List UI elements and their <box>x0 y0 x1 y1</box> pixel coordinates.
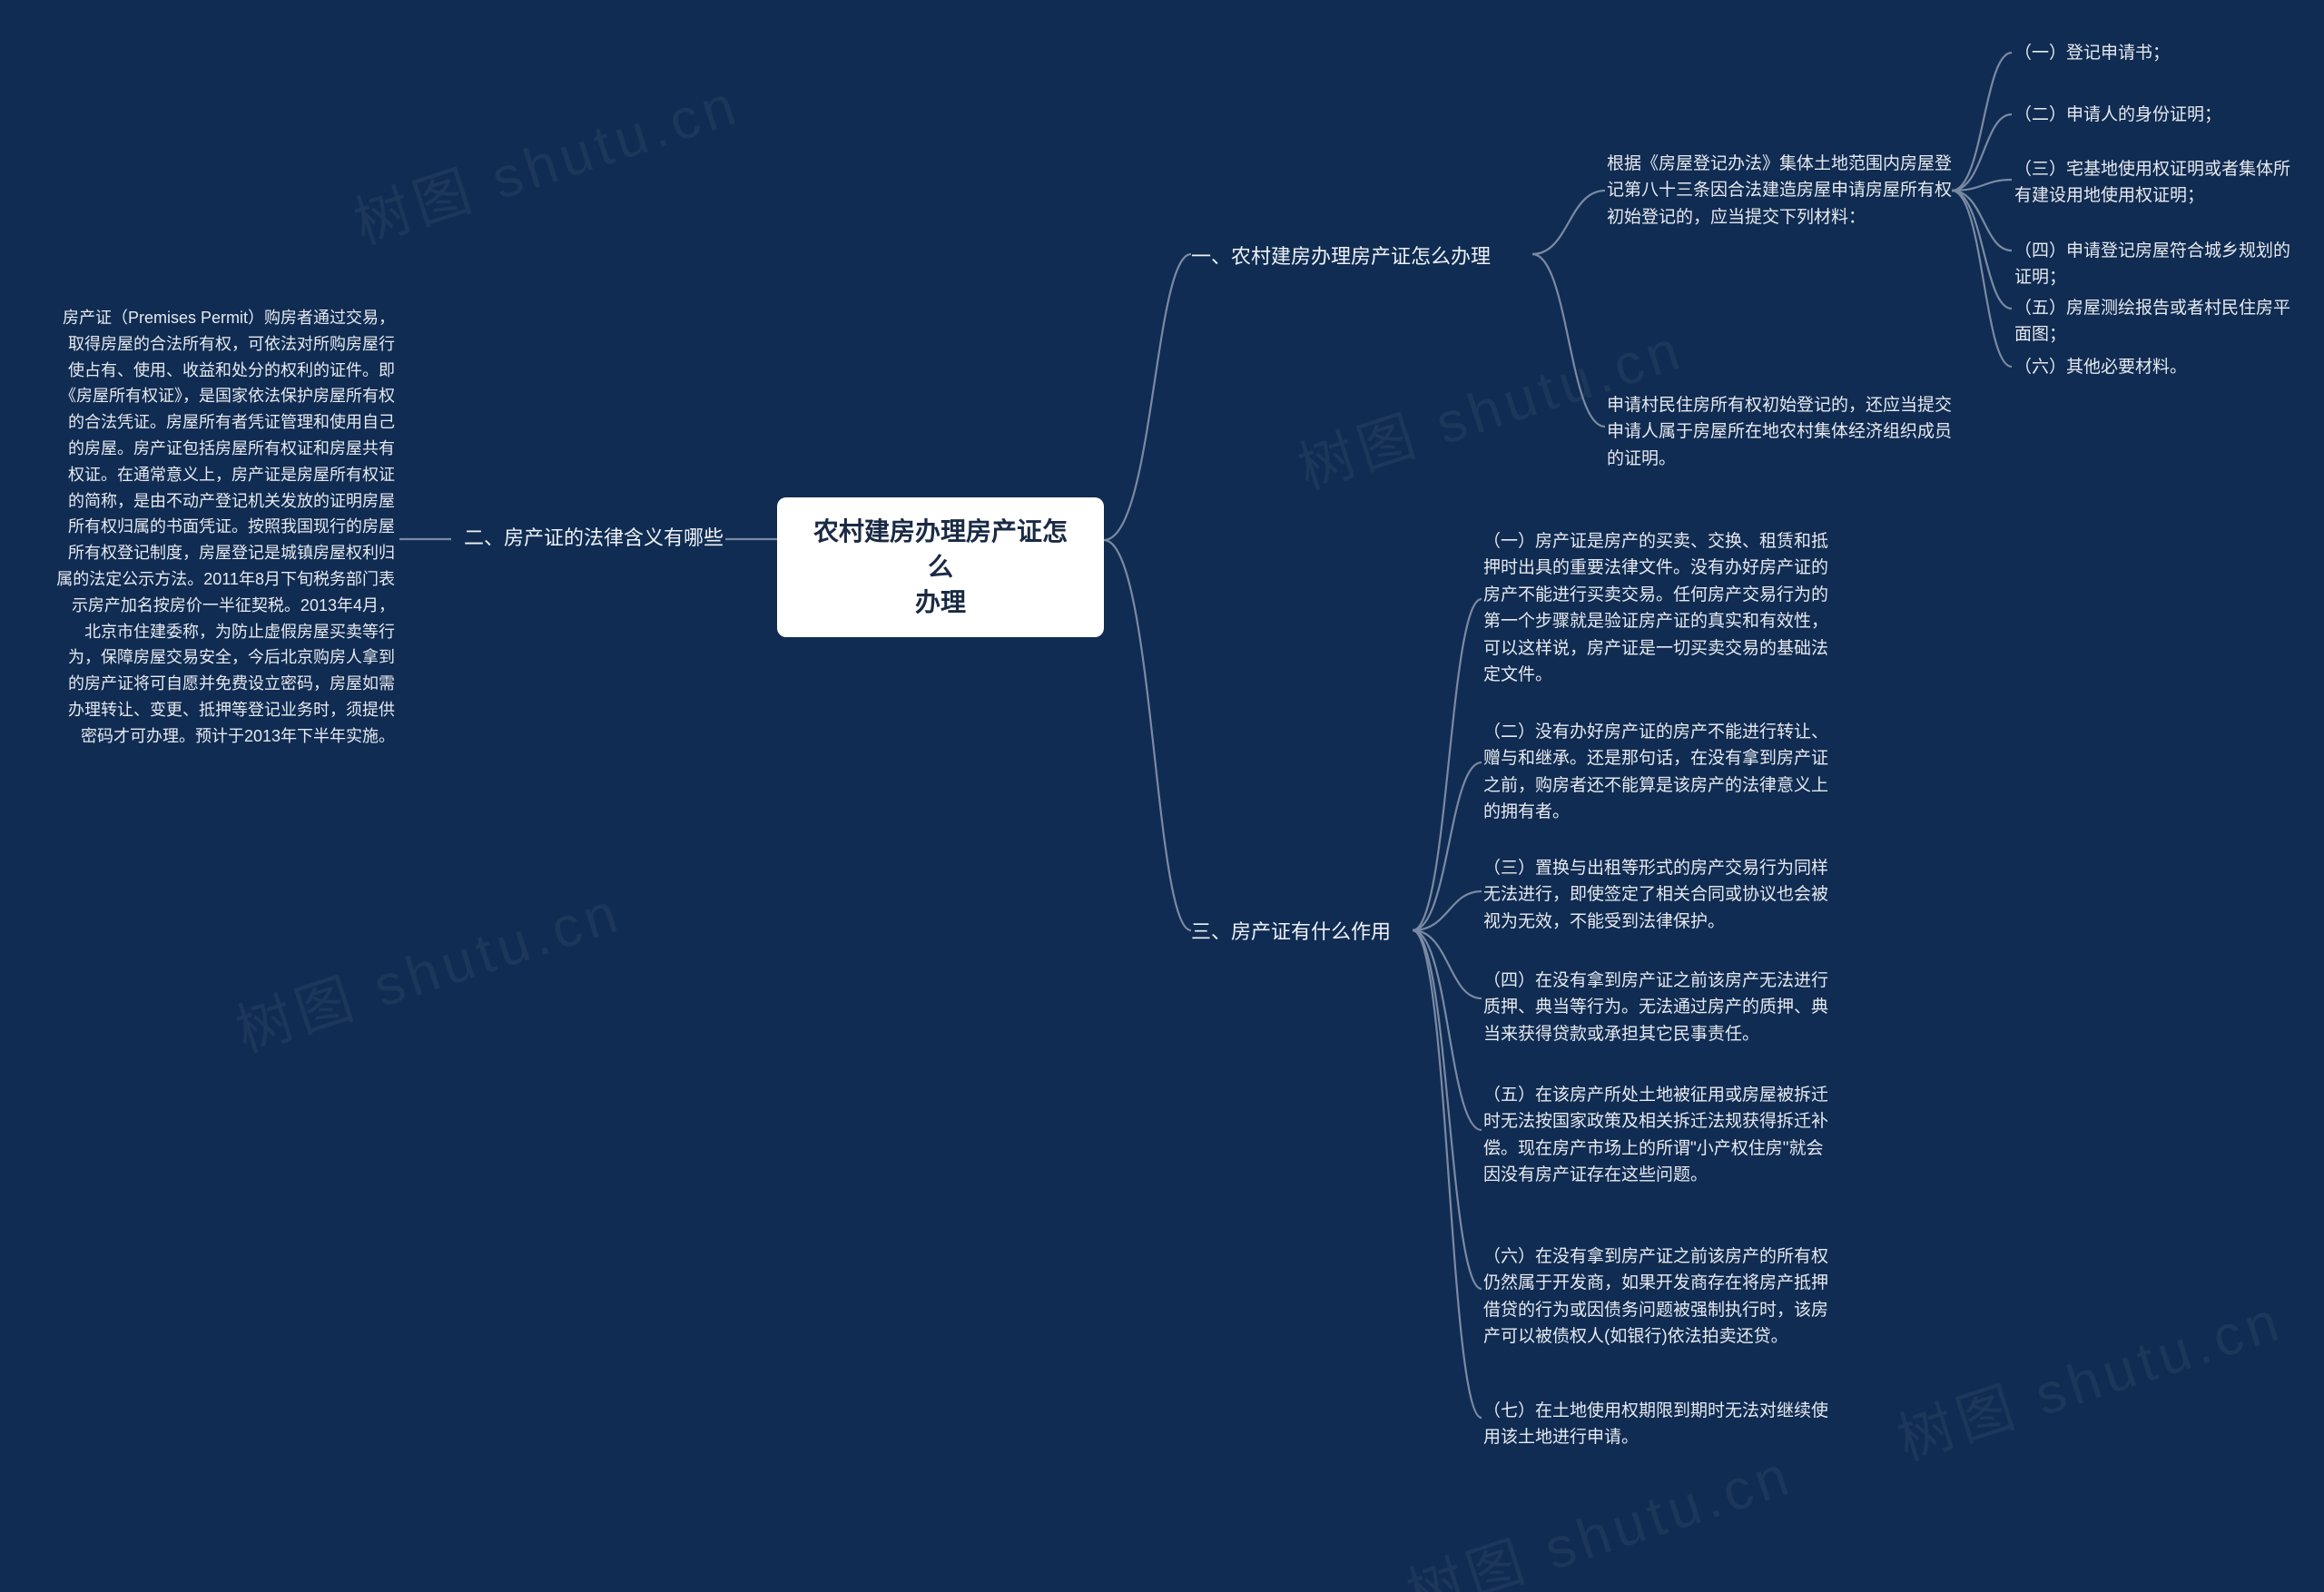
branch1-sub1-intro: 根据《房屋登记办法》集体土地范围内房屋登记第八十三条因合法建造房屋申请房屋所有权… <box>1607 151 1952 231</box>
root-title-line2: 办理 <box>803 585 1078 620</box>
connector <box>1104 218 1195 962</box>
connector <box>396 508 456 563</box>
branch3-title[interactable]: 三、房产证有什么作用 <box>1191 917 1445 948</box>
branch1-sub1-item3: （三）宅基地使用权证明或者集体所有建设用地使用权证明； <box>2014 156 2305 210</box>
watermark: 树图 shutu.cn <box>224 866 631 1067</box>
root-title-line1: 农村建房办理房产证怎么 <box>803 514 1078 585</box>
branch1-title[interactable]: 一、农村建房办理房产证怎么办理 <box>1191 241 1536 272</box>
watermark: 树图 shutu.cn <box>1395 1429 1802 1592</box>
connector <box>1952 36 2015 381</box>
connector <box>722 508 782 563</box>
branch1-sub2: 申请村民住房所有权初始登记的，还应当提交申请人属于房屋所在地农村集体经济组织成员… <box>1607 392 1961 472</box>
branch2-title[interactable]: 二、房产证的法律含义有哪些 <box>451 523 724 554</box>
watermark: 树图 shutu.cn <box>1886 1274 2292 1476</box>
branch3-item4: （四）在没有拿到房产证之前该房产无法进行质押、典当等行为。无法通过房产的质押、典… <box>1483 968 1837 1047</box>
branch3-item7: （七）在土地使用权期限到期时无法对继续使用该土地进行申请。 <box>1483 1398 1837 1451</box>
branch1-sub1-item5: （五）房屋测绘报告或者村民住房平面图； <box>2014 295 2305 349</box>
connector <box>1532 145 1609 454</box>
branch3-item5: （五）在该房产所处土地被征用或房屋被拆迁时无法按国家政策及相关拆迁法规获得拆迁补… <box>1483 1082 1837 1189</box>
branch3-item2: （二）没有办好房产证的房产不能进行转让、赠与和继承。还是那句话，在没有拿到房产证… <box>1483 719 1837 826</box>
root-node[interactable]: 农村建房办理房产证怎么 办理 <box>777 497 1104 637</box>
connector <box>1413 536 1485 1443</box>
branch1-sub1-item1: （一）登记申请书； <box>2014 40 2287 66</box>
branch3-item6: （六）在没有拿到房产证之前该房产的所有权仍然属于开发商，如果开发商存在将房产抵押… <box>1483 1243 1837 1351</box>
branch3-item1: （一）房产证是房产的买卖、交换、租赁和抵押时出具的重要法律文件。没有办好房产证的… <box>1483 528 1837 689</box>
branch3-item3: （三）置换与出租等形式的房产交易行为同样无法进行，即使签定了相关合同或协议也会被… <box>1483 855 1837 935</box>
branch1-sub1-item6: （六）其他必要材料。 <box>2014 354 2287 380</box>
watermark: 树图 shutu.cn <box>342 58 749 260</box>
branch1-sub1-item4: （四）申请登记房屋符合城乡规划的证明； <box>2014 238 2305 291</box>
branch1-sub1-item2: （二）申请人的身份证明； <box>2014 102 2287 128</box>
branch2-text: 房产证（Premises Permit）购房者通过交易，取得房屋的合法所有权，可… <box>55 305 395 750</box>
